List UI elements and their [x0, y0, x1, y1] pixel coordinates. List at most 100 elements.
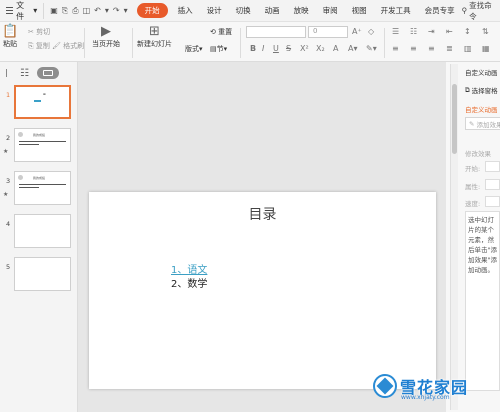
copy-button[interactable]: ⎘ 复制: [28, 41, 50, 51]
outline-view-icon[interactable]: ☷: [20, 68, 29, 79]
columns-icon[interactable]: ▦: [482, 44, 490, 53]
align-left-icon[interactable]: ≡: [392, 44, 399, 53]
speed-select[interactable]: [485, 196, 500, 207]
play-from-current-button[interactable]: ▶ 当页开始: [92, 25, 120, 49]
cut-label: 剪切: [36, 28, 51, 36]
tab-animation[interactable]: 动画: [258, 5, 287, 16]
reset-button[interactable]: ⟲ 重置: [210, 27, 232, 37]
slide-thumbnail-3[interactable]: 我的成绩: [14, 171, 71, 205]
font-color-icon[interactable]: A▾: [348, 44, 358, 53]
outdent-icon[interactable]: ⇤: [446, 27, 453, 36]
speed-label: 速度:: [465, 200, 481, 208]
play-icon: ▶: [101, 24, 111, 39]
text-direction-icon[interactable]: ⇅: [482, 27, 489, 36]
line-spacing-icon[interactable]: ↕: [464, 27, 471, 36]
new-slide-button[interactable]: ⊞ 新建幻灯片: [137, 25, 172, 49]
paste-button[interactable]: 📋 粘贴: [2, 25, 18, 49]
tab-transition[interactable]: 切换: [229, 5, 258, 16]
thumb-link-line: [34, 100, 41, 102]
align-right-icon[interactable]: ≡: [428, 44, 435, 53]
format-painter-button[interactable]: 🖌 格式刷: [52, 41, 84, 51]
font-size-select[interactable]: 0: [308, 26, 348, 38]
redo-icon[interactable]: ↷: [113, 6, 120, 15]
underline-icon[interactable]: U: [273, 44, 279, 53]
font-family-select[interactable]: [246, 26, 306, 38]
slide-number: 4: [6, 220, 11, 228]
selection-pane-button[interactable]: ⧉ 选择窗格: [465, 85, 498, 96]
bullet-list-icon[interactable]: ☰: [392, 27, 399, 36]
slides-view-icon[interactable]: [36, 67, 59, 79]
cut-button[interactable]: ✂ 剪切: [28, 27, 50, 37]
thumb-picture: [18, 132, 23, 137]
export-icon[interactable]: ⎘: [62, 6, 68, 16]
brush-icon: 🖌: [52, 42, 61, 50]
start-select[interactable]: [485, 161, 500, 172]
tab-review[interactable]: 审阅: [316, 5, 345, 16]
reset-label: 重置: [218, 28, 233, 36]
slide-number: 1: [6, 91, 11, 99]
panel-header: ☷: [0, 62, 78, 84]
slide-number: 5: [6, 263, 11, 271]
file-menu-label: 文件: [16, 0, 25, 21]
print-icon[interactable]: ⎙: [72, 6, 78, 16]
strikethrough-icon[interactable]: S: [286, 44, 291, 53]
section-icon: ▤: [210, 45, 217, 53]
slide-editing-area: 目录 1、语文 2、数学: [78, 62, 446, 412]
menu-icon: [6, 7, 14, 14]
preview-icon[interactable]: ◫: [83, 6, 91, 15]
slide-thumbnail-1[interactable]: ▬: [14, 85, 71, 119]
divider: [384, 28, 385, 58]
text-effect-icon[interactable]: A: [333, 44, 338, 53]
scrollbar-thumb[interactable]: [452, 84, 457, 154]
tab-member[interactable]: 会员专享: [418, 5, 462, 16]
bold-icon[interactable]: B: [250, 44, 256, 53]
slide-thumbnail-5[interactable]: [14, 257, 71, 291]
custom-animation-heading: 自定义动画: [465, 106, 498, 114]
highlight-icon[interactable]: ✎▾: [366, 44, 377, 53]
chevron-down-icon[interactable]: ▾: [124, 6, 128, 15]
undo-icon[interactable]: ↶: [94, 6, 101, 15]
justify-icon[interactable]: ≣: [446, 44, 453, 53]
search-icon: ⚲: [461, 6, 468, 15]
selection-pane-label: 选择窗格: [471, 87, 498, 95]
animation-star-icon: ★: [3, 148, 9, 155]
section-button[interactable]: ▤节▾: [210, 44, 227, 54]
copy-label: 复制: [35, 42, 50, 50]
layout-button[interactable]: 版式▾: [185, 44, 203, 54]
tab-insert[interactable]: 插入: [171, 5, 200, 16]
vertical-scrollbar[interactable]: [450, 64, 458, 410]
property-select[interactable]: [485, 179, 500, 190]
numbered-list-icon[interactable]: ☷: [410, 27, 417, 36]
collapse-panel-icon[interactable]: [6, 69, 12, 77]
slide-thumbnail-2[interactable]: 我的成绩: [14, 128, 71, 162]
clear-format-icon[interactable]: ◇: [368, 27, 374, 36]
tab-developer[interactable]: 开发工具: [374, 5, 418, 16]
tab-design[interactable]: 设计: [200, 5, 229, 16]
file-menu[interactable]: 文件 ▾: [0, 0, 45, 21]
current-slide[interactable]: 目录 1、语文 2、数学: [89, 192, 436, 389]
indent-icon[interactable]: ⇥: [428, 27, 435, 36]
distribute-icon[interactable]: ▥: [464, 44, 472, 53]
chevron-down-icon[interactable]: ▾: [105, 6, 109, 15]
add-effect-button[interactable]: ✎ 添加效果: [465, 117, 500, 130]
align-center-icon[interactable]: ≡: [410, 44, 417, 53]
subscript-icon[interactable]: X₂: [316, 44, 325, 53]
divider: [240, 28, 241, 58]
tab-view[interactable]: 视图: [345, 5, 374, 16]
new-slide-icon: ⊞: [149, 24, 160, 39]
slide-thumbnail-4[interactable]: [14, 214, 71, 248]
increase-font-icon[interactable]: A⁺: [352, 27, 362, 36]
layout-label: 版式: [185, 45, 199, 53]
thumb-picture: [18, 175, 23, 180]
save-icon[interactable]: ▣: [50, 6, 58, 15]
superscript-icon[interactable]: X²: [300, 44, 309, 53]
tab-home[interactable]: 开始: [136, 3, 168, 18]
command-search-label: 查找命令: [469, 0, 492, 21]
italic-icon[interactable]: I: [262, 44, 264, 53]
slide-hyperlink-item[interactable]: 1、语文: [171, 261, 207, 276]
slide-text-item[interactable]: 2、数学: [171, 275, 207, 290]
tab-slideshow[interactable]: 放映: [287, 5, 316, 16]
reset-icon: ⟲: [210, 28, 216, 36]
slide-title[interactable]: 目录: [89, 204, 436, 224]
command-search[interactable]: ⚲ 查找命令: [462, 0, 496, 22]
